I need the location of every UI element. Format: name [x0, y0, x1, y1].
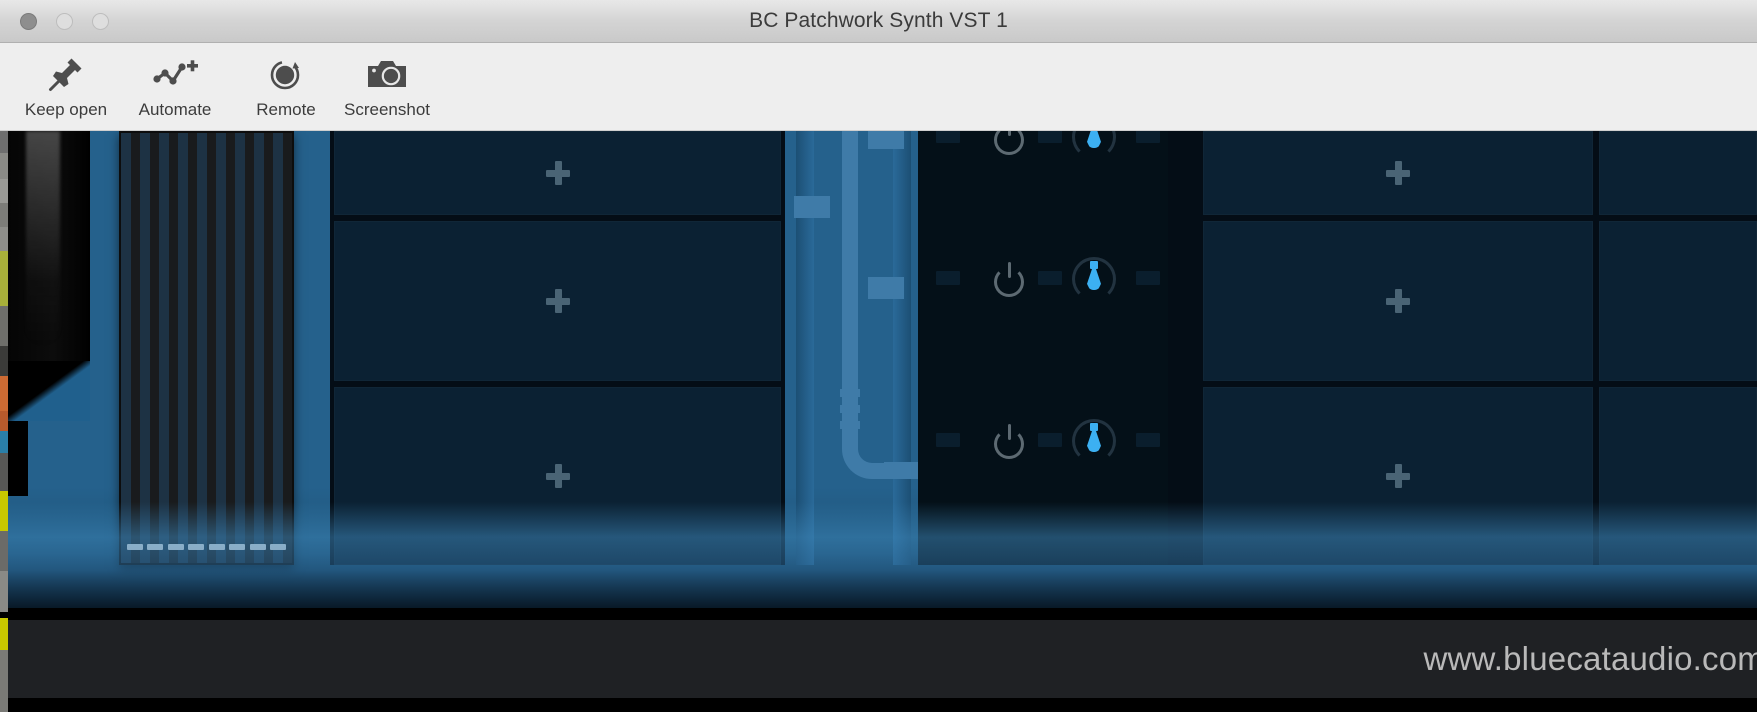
- power-button-2[interactable]: [990, 259, 1030, 299]
- plus-icon: [1386, 161, 1410, 185]
- channel-row-1: [918, 131, 1168, 171]
- level-knob-2[interactable]: [1070, 255, 1118, 303]
- plus-icon: [1386, 289, 1410, 313]
- plugin-editor-area: [8, 131, 1757, 612]
- row-indicator-mid: [1038, 433, 1062, 447]
- patch-cable-zone: [794, 131, 926, 565]
- module-slot-1[interactable]: [334, 131, 781, 215]
- patch-cable-trunk[interactable]: [842, 131, 858, 429]
- channel-row-2: [918, 241, 1168, 313]
- plus-icon: [545, 289, 570, 313]
- left-bezel-panel: [8, 131, 90, 386]
- keep-open-label: Keep open: [24, 100, 108, 119]
- level-knob-1[interactable]: [1070, 131, 1118, 161]
- power-button-3[interactable]: [990, 421, 1030, 461]
- row-indicator-mid: [1038, 131, 1062, 143]
- power-button-1[interactable]: [990, 131, 1030, 157]
- desktop-background-sliver: [0, 131, 8, 612]
- bezel-highlight: [26, 131, 60, 346]
- plus-icon: [545, 464, 570, 488]
- plugin-toolbar: Keep open Automate Remote Screenshot: [0, 43, 1757, 131]
- power-stem: [1008, 424, 1011, 440]
- screenshot-label: Screenshot: [344, 100, 430, 119]
- row-indicator-right: [1136, 131, 1160, 143]
- plus-icon: [1386, 464, 1410, 488]
- camera-icon: [322, 51, 452, 97]
- keyboard-stripes: [121, 133, 292, 563]
- plugin-footer-bar: www.bluecataudio.com: [8, 618, 1757, 702]
- row-indicator-left: [936, 433, 960, 447]
- power-stem: [1008, 262, 1011, 278]
- plugin-bottom-gradient: [8, 502, 1757, 612]
- row-indicator-right: [1136, 271, 1160, 285]
- module-slot-2[interactable]: [334, 221, 781, 381]
- knob-pointer: [1090, 423, 1098, 431]
- cable-connector-tab[interactable]: [868, 277, 904, 299]
- row-indicator-right: [1136, 433, 1160, 447]
- window-title: BC Patchwork Synth VST 1: [749, 9, 1008, 32]
- cable-tick: [840, 421, 860, 429]
- level-knob-3[interactable]: [1070, 417, 1118, 465]
- cable-tick: [840, 389, 860, 397]
- right-slot-column: [1168, 131, 1757, 565]
- module-slot-8[interactable]: [1599, 221, 1757, 381]
- row-indicator-left: [936, 131, 960, 143]
- plus-icon: [545, 161, 570, 185]
- footer-divider: [8, 608, 1757, 618]
- power-stem: [1008, 131, 1011, 136]
- keep-open-button[interactable]: Keep open: [7, 51, 125, 120]
- row-indicator-left: [936, 271, 960, 285]
- cable-connector-tab[interactable]: [868, 131, 904, 149]
- channel-row-3: [918, 403, 1168, 475]
- module-slot-7[interactable]: [1599, 131, 1757, 215]
- channel-strip-panel: [918, 131, 1168, 565]
- vendor-url[interactable]: www.bluecataudio.com: [1423, 640, 1757, 678]
- screenshot-root: BC Patchwork Synth VST 1 Keep open Autom…: [0, 0, 1757, 712]
- module-slot-4[interactable]: [1203, 131, 1593, 215]
- cable-rail-right: [893, 131, 911, 565]
- window-title-bar: BC Patchwork Synth VST 1: [0, 0, 1757, 43]
- automate-button[interactable]: Automate: [116, 51, 234, 120]
- module-slot-5[interactable]: [1203, 221, 1593, 381]
- automate-label: Automate: [138, 100, 212, 119]
- keyboard-strip-panel[interactable]: [119, 131, 294, 565]
- screenshot-button[interactable]: Screenshot: [322, 51, 452, 120]
- cable-tick: [840, 405, 860, 413]
- row-indicator-mid: [1038, 271, 1062, 285]
- automate-icon: [116, 51, 234, 97]
- knob-pointer: [1090, 261, 1098, 269]
- desktop-sliver-footer: [0, 618, 8, 712]
- cable-connector-tab[interactable]: [794, 196, 830, 218]
- left-slot-column: [330, 131, 785, 565]
- pin-icon: [7, 51, 125, 97]
- bezel-chamfer: [8, 361, 90, 421]
